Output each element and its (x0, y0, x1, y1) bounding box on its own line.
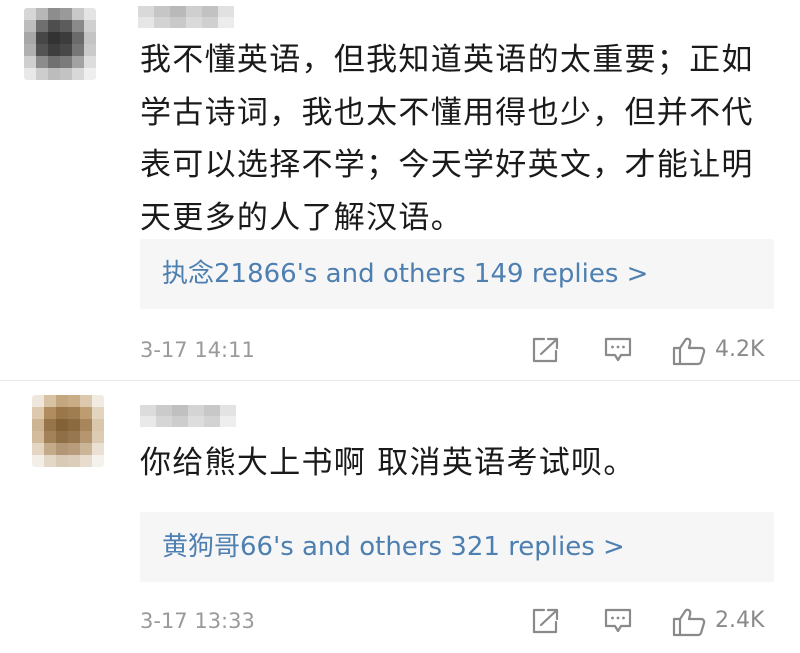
replies-link[interactable]: 执念21866's and others 149 replies > (140, 239, 774, 309)
timestamp: 3-17 13:33 (140, 609, 255, 633)
comment-text: 我不懂英语，但我知道英语的太重要；正如学古诗词，我也太不懂用得也少，但并不代表可… (140, 42, 754, 236)
replies-summary: 黄狗哥66's and others 321 replies > (162, 532, 625, 562)
replies-summary: 执念21866's and others 149 replies > (162, 259, 649, 289)
reply-icon[interactable] (603, 336, 633, 364)
like-button[interactable]: 2.4K (672, 607, 790, 637)
thumbs-up-icon (672, 337, 706, 366)
like-count: 2.4K (715, 608, 765, 633)
replies-link[interactable]: 黄狗哥66's and others 321 replies > (140, 512, 774, 582)
comment-meta: 3-17 14:11 4.2K (0, 330, 800, 370)
avatar-blurred[interactable] (24, 8, 96, 80)
username-blurred[interactable] (140, 405, 236, 427)
comment-item: 你给熊大上书啊 取消英语考试呗。 黄狗哥66's and others 321 … (0, 381, 800, 653)
comment-item: 我不懂英语，但我知道英语的太重要；正如学古诗词，我也太不懂用得也少，但并不代表可… (0, 0, 800, 381)
comment-text: 你给熊大上书啊 取消英语考试呗。 (140, 445, 636, 481)
username-blurred[interactable] (138, 6, 234, 28)
share-icon[interactable] (531, 336, 561, 364)
like-button[interactable]: 4.2K (672, 336, 790, 366)
share-icon[interactable] (531, 607, 561, 635)
timestamp: 3-17 14:11 (140, 338, 255, 362)
avatar-blurred[interactable] (32, 395, 104, 467)
like-count: 4.2K (715, 337, 765, 362)
thumbs-up-icon (672, 608, 706, 637)
reply-icon[interactable] (603, 607, 633, 635)
comment-meta: 3-17 13:33 2.4K (0, 601, 800, 641)
